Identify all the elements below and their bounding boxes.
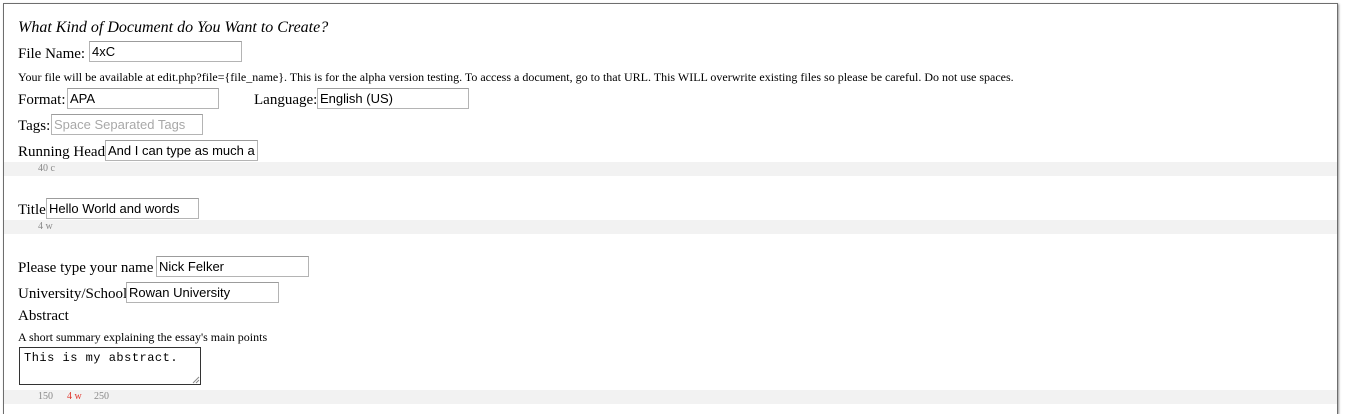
- running-head-counter-bar: 40 c: [4, 162, 1337, 176]
- document-form-panel: What Kind of Document do You Want to Cre…: [3, 3, 1338, 414]
- abstract-word-count: 4 w: [67, 391, 82, 402]
- name-label: Please type your name: [18, 260, 154, 276]
- abstract-min-words: 150: [38, 391, 53, 402]
- title-counter-bar: 4 w: [4, 220, 1337, 234]
- resize-grip-icon[interactable]: [191, 375, 200, 384]
- abstract-textarea[interactable]: This is my abstract.: [19, 347, 201, 385]
- tags-label: Tags:: [18, 118, 51, 134]
- title-label: Title: [18, 202, 46, 218]
- file-note: Your file will be available at edit.php?…: [18, 70, 1014, 84]
- running-head-char-count: 40 c: [38, 163, 55, 174]
- page-heading: What Kind of Document do You Want to Cre…: [18, 19, 329, 36]
- language-label: Language:: [254, 92, 318, 108]
- format-label: Format:: [18, 92, 66, 108]
- abstract-description: A short summary explaining the essay's m…: [18, 330, 268, 344]
- name-input[interactable]: [156, 256, 309, 277]
- file-name-label: File Name:: [18, 46, 86, 62]
- running-head-input[interactable]: [105, 140, 258, 161]
- school-label: University/School: [18, 286, 128, 302]
- abstract-counter-bar: 150 4 w 250: [4, 390, 1337, 404]
- language-input[interactable]: [317, 88, 469, 109]
- abstract-max-words: 250: [94, 391, 109, 402]
- format-input[interactable]: [67, 88, 219, 109]
- title-word-count: 4 w: [38, 221, 53, 232]
- abstract-heading: Abstract: [18, 308, 69, 324]
- title-input[interactable]: [46, 198, 199, 219]
- running-head-label: Running Head: [18, 144, 106, 160]
- tags-input[interactable]: [51, 114, 203, 135]
- file-name-input[interactable]: [89, 41, 242, 62]
- school-input[interactable]: [126, 282, 279, 303]
